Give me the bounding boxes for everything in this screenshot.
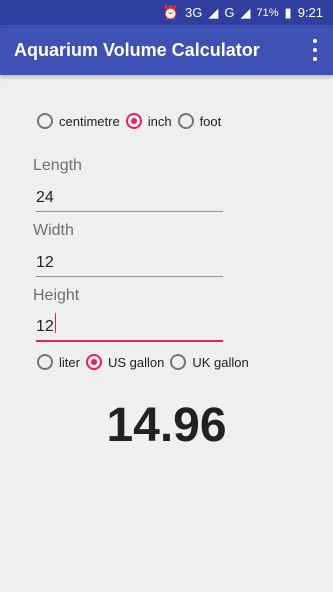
radio-us-gallon[interactable]: US gallon — [85, 354, 165, 370]
width-label: Width — [33, 222, 74, 239]
radio-label: foot — [199, 113, 222, 129]
radio-circle[interactable] — [85, 354, 102, 370]
height-field[interactable] — [36, 313, 223, 342]
alarm-icon: ⏰ — [162, 4, 180, 20]
status-icons: ⏰ 3G ◢ G ◢ 71% ▮ 9:21 — [163, 0, 323, 25]
radio-circle[interactable] — [37, 113, 53, 129]
height-label: Height — [33, 287, 80, 304]
radio-centimetre[interactable]: centimetre — [37, 113, 120, 129]
length-field[interactable] — [36, 187, 223, 212]
clock: 9:21 — [297, 5, 323, 20]
network-3g-indicator: 3G — [185, 5, 203, 20]
radio-label: US gallon — [107, 354, 165, 370]
radio-uk-gallon[interactable]: UK gallon — [170, 354, 249, 370]
radio-label: UK gallon — [192, 354, 249, 370]
width-field[interactable] — [36, 252, 223, 277]
width-input[interactable] — [36, 252, 223, 274]
length-unit-group: centimetre inch foot — [37, 113, 227, 129]
volume-unit-group: liter US gallon UK gallon — [37, 354, 255, 370]
radio-label: centimetre — [59, 113, 120, 129]
app-bar: Aquarium Volume Calculator — [0, 25, 333, 75]
network-g-indicator: G — [224, 5, 235, 20]
radio-circle[interactable] — [177, 113, 194, 129]
app-title: Aquarium Volume Calculator — [14, 40, 260, 60]
signal-icon: ◢ — [208, 4, 219, 20]
radio-inch[interactable]: inch — [125, 113, 172, 129]
length-label: Length — [33, 157, 82, 174]
overflow-menu-icon[interactable] — [311, 39, 319, 61]
signal-icon: ◢ — [240, 4, 251, 20]
length-input[interactable] — [36, 187, 223, 209]
radio-circle[interactable] — [170, 354, 187, 370]
text-caret — [55, 313, 56, 333]
radio-circle[interactable] — [37, 354, 53, 370]
height-input[interactable] — [36, 316, 223, 338]
radio-liter[interactable]: liter — [37, 354, 80, 370]
radio-circle[interactable] — [125, 113, 142, 129]
battery-percent: 71% — [256, 6, 279, 19]
battery-icon: ▮ — [284, 4, 292, 20]
status-bar: ⏰ 3G ◢ G ◢ 71% ▮ 9:21 — [0, 0, 333, 25]
radio-foot[interactable]: foot — [177, 113, 222, 129]
radio-label: liter — [59, 354, 80, 370]
volume-result: 14.96 — [106, 399, 227, 452]
radio-label: inch — [147, 113, 172, 129]
